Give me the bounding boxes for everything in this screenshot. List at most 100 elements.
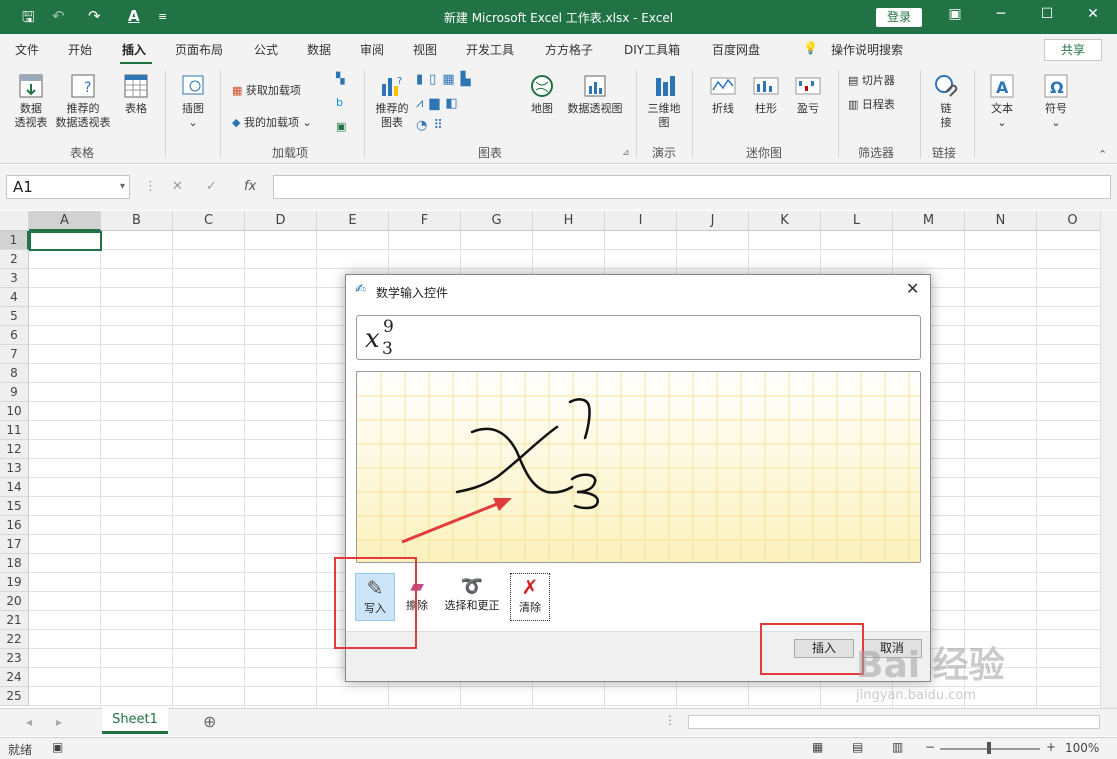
column-header[interactable]: I xyxy=(605,211,677,231)
maximize-icon[interactable]: ☐ xyxy=(1032,6,1062,22)
tab-formulas[interactable]: 公式 xyxy=(254,41,278,58)
pivot-table-button[interactable]: 数据 透视表 xyxy=(10,72,52,130)
column-header[interactable]: O xyxy=(1037,211,1109,231)
row-header[interactable]: 15 xyxy=(0,497,29,516)
name-box[interactable]: A1 ▾ xyxy=(6,175,130,199)
row-header[interactable]: 10 xyxy=(0,402,29,421)
column-header[interactable]: D xyxy=(245,211,317,231)
bing-icon[interactable]: b xyxy=(336,96,343,109)
selected-cell-a1[interactable] xyxy=(29,231,102,251)
visio-icon[interactable]: ▚ xyxy=(336,72,344,85)
tab-data[interactable]: 数据 xyxy=(307,41,331,58)
scatter-chart-icon[interactable]: ⠿ xyxy=(433,118,449,133)
sparkline-winloss-button[interactable]: 盈亏 xyxy=(790,72,826,116)
ribbon-display-icon[interactable]: ▣ xyxy=(940,6,970,22)
page-layout-icon[interactable]: ▤ xyxy=(852,740,863,754)
collapse-ribbon-icon[interactable]: ⌃ xyxy=(1098,148,1107,161)
people-graph-icon[interactable]: ▣ xyxy=(336,120,346,133)
waterfall-chart-icon[interactable]: ▙ xyxy=(461,72,477,87)
row-header[interactable]: 11 xyxy=(0,421,29,440)
cancel-entry-icon[interactable]: ✕ xyxy=(172,179,183,194)
column-header[interactable]: H xyxy=(533,211,605,231)
add-sheet-icon[interactable]: ⊕ xyxy=(203,712,216,731)
normal-view-icon[interactable]: ▦ xyxy=(812,740,823,754)
illustrations-button[interactable]: 插图 ⌄ xyxy=(175,72,211,130)
sparkline-column-button[interactable]: 柱形 xyxy=(748,72,784,116)
column-header[interactable]: M xyxy=(893,211,965,231)
share-button[interactable]: 共享 xyxy=(1044,39,1102,61)
column-header[interactable]: K xyxy=(749,211,821,231)
row-header[interactable]: 14 xyxy=(0,478,29,497)
row-header[interactable]: 5 xyxy=(0,307,29,326)
dialog-launcher-icon[interactable]: ⊿ xyxy=(622,148,630,158)
row-header[interactable]: 17 xyxy=(0,535,29,554)
tab-fangfang[interactable]: 方方格子 xyxy=(545,41,593,58)
column-chart-icon[interactable]: ▮▯ xyxy=(416,72,442,87)
tab-developer[interactable]: 开发工具 xyxy=(466,41,514,58)
login-button[interactable]: 登录 xyxy=(876,8,922,27)
hierarchy-chart-icon[interactable]: ▦ xyxy=(442,72,460,87)
row-header[interactable]: 23 xyxy=(0,649,29,668)
line-chart-icon[interactable]: ⩘ xyxy=(416,96,429,111)
chart-types-row-2[interactable]: ⩘▆◧ xyxy=(416,96,464,111)
maps-button[interactable]: 地图 xyxy=(526,72,558,116)
clear-tool-button[interactable]: ✗ 清除 xyxy=(510,573,550,621)
handwriting-canvas[interactable] xyxy=(356,371,921,563)
row-header[interactable]: 12 xyxy=(0,440,29,459)
column-header[interactable]: C xyxy=(173,211,245,231)
close-icon[interactable]: ✕ xyxy=(1078,6,1108,22)
row-header[interactable]: 3 xyxy=(0,269,29,288)
tab-insert[interactable]: 插入 xyxy=(122,41,146,58)
pivot-chart-button[interactable]: 数据透视图 xyxy=(562,72,628,116)
sparkline-line-button[interactable]: 折线 xyxy=(704,72,742,116)
link-button[interactable]: 链 接 xyxy=(928,72,964,130)
page-break-icon[interactable]: ▥ xyxy=(892,740,903,754)
confirm-entry-icon[interactable]: ✓ xyxy=(206,179,217,194)
table-button[interactable]: 表格 xyxy=(118,72,154,116)
minimize-icon[interactable]: ─ xyxy=(986,6,1016,22)
insert-function-icon[interactable]: fx xyxy=(244,179,256,194)
row-header[interactable]: 19 xyxy=(0,573,29,592)
macro-record-icon[interactable]: ▣ xyxy=(52,740,63,754)
formula-input[interactable] xyxy=(273,175,1111,199)
row-header[interactable]: 2 xyxy=(0,250,29,269)
combo-chart-icon[interactable]: ◧ xyxy=(445,96,463,111)
column-header[interactable]: E xyxy=(317,211,389,231)
column-header[interactable]: F xyxy=(389,211,461,231)
chart-types-row-1[interactable]: ▮▯▦▙ xyxy=(416,72,477,87)
zoom-in-icon[interactable]: + xyxy=(1046,740,1056,754)
text-button[interactable]: A 文本 ⌄ xyxy=(984,72,1020,130)
column-header[interactable]: L xyxy=(821,211,893,231)
column-header[interactable]: N xyxy=(965,211,1037,231)
zoom-level[interactable]: 100% xyxy=(1065,741,1099,755)
my-addins-button[interactable]: ◆ 我的加载项 ⌄ xyxy=(232,114,312,130)
tell-me-search[interactable]: 操作说明搜索 xyxy=(831,41,903,58)
recommended-charts-button[interactable]: ? 推荐的 图表 xyxy=(372,72,412,130)
row-header[interactable]: 4 xyxy=(0,288,29,307)
chart-types-row-3[interactable]: ◔⠿ xyxy=(416,118,449,133)
zoom-slider-thumb[interactable] xyxy=(987,742,991,754)
pie-chart-icon[interactable]: ◔ xyxy=(416,118,433,133)
row-header[interactable]: 8 xyxy=(0,364,29,383)
row-header[interactable]: 9 xyxy=(0,383,29,402)
column-header[interactable]: A xyxy=(29,211,101,231)
vertical-scrollbar[interactable] xyxy=(1100,211,1117,708)
horizontal-scrollbar[interactable] xyxy=(688,715,1100,729)
tab-file[interactable]: 文件 xyxy=(15,41,39,58)
row-header[interactable]: 6 xyxy=(0,326,29,345)
timeline-button[interactable]: ▥ 日程表 xyxy=(848,96,895,112)
tab-view[interactable]: 视图 xyxy=(413,41,437,58)
tab-baidu[interactable]: 百度网盘 xyxy=(712,41,760,58)
row-header[interactable]: 24 xyxy=(0,668,29,687)
column-header[interactable]: B xyxy=(101,211,173,231)
tab-split-icon[interactable]: ⋮ xyxy=(664,713,676,727)
row-header[interactable]: 13 xyxy=(0,459,29,478)
recommended-pivot-button[interactable]: ? 推荐的 数据透视表 xyxy=(52,72,114,130)
row-header[interactable]: 25 xyxy=(0,687,29,706)
symbols-button[interactable]: Ω 符号 ⌄ xyxy=(1038,72,1074,130)
row-header[interactable]: 18 xyxy=(0,554,29,573)
column-header[interactable]: G xyxy=(461,211,533,231)
select-correct-tool-button[interactable]: ➰ 选择和更正 xyxy=(440,573,504,621)
scroll-left-icon[interactable]: ◂ xyxy=(26,715,32,729)
row-header[interactable]: 1 xyxy=(0,231,29,250)
